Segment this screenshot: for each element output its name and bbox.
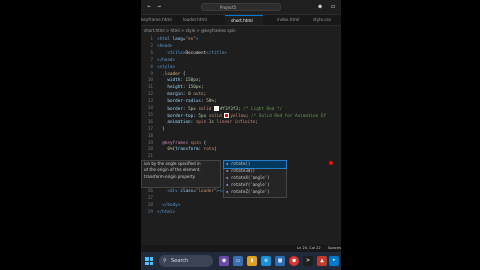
close-suggestion-icon[interactable] [329,161,333,165]
title-bar: ← → Project5 ● ◻ [141,0,341,15]
windows-taskbar: ⚲ Search ● ▭ ▮ e ▦ ● > ▲ ➤ [141,252,341,270]
search-icon: ⚲ [163,258,167,264]
code-line[interactable]: 14 border: 5px solid #f3f3f3; /* Light R… [141,106,341,113]
hover-documentation: ion by the angle specified in ut the ori… [141,160,221,188]
code-line[interactable]: 15 border-top: 5px solid yellow; /* Soli… [141,112,341,120]
suggestion-item[interactable]: ◆ rotateY('angle') [224,182,286,189]
function-icon: ◆ [226,168,229,173]
code-line[interactable]: 8 <style> [141,65,341,72]
code-line[interactable]: 12 margin: 0 auto; [141,92,341,99]
line-number: 26 [147,188,153,194]
code-text[interactable]: <title>Document</title> [157,51,227,58]
breadcrumb[interactable]: short.html > html > style > @keyframes s… [141,27,341,35]
code-line[interactable]: 18 [141,134,341,141]
function-icon: ◆ [226,161,229,166]
line-number: 13 [147,99,153,105]
app-icon[interactable]: ● [219,256,229,266]
command-center-search[interactable]: Project5 [201,3,281,11]
code-line[interactable]: 17 } [141,127,341,134]
hover-doc-line: transform-origin property. [144,173,196,179]
function-icon: ◆ [226,182,229,187]
window-controls-icon[interactable]: ◻ [329,3,337,11]
line-number: 15 [147,112,153,118]
app-icon[interactable]: ▲ [317,256,327,266]
line-number: 17 [147,126,153,132]
edge-icon[interactable]: e [261,256,271,266]
line-number: 16 [147,119,153,125]
indent-spaces[interactable]: Spaces [328,245,341,252]
line-number: 7 [150,57,153,63]
code-text[interactable]: } [157,127,165,134]
line-number: 2 [150,43,153,49]
line-number: 8 [150,64,153,70]
windows-start-icon[interactable] [145,257,153,265]
function-icon: ◆ [226,189,229,194]
line-number: 27 [147,195,153,201]
function-icon: ◆ [226,175,229,180]
tab-loader[interactable]: loader.html [179,15,219,25]
forward-arrow-icon[interactable]: → [155,3,163,11]
suggestion-item[interactable]: ◆ rotateX('angle') [224,175,286,182]
file-explorer-icon[interactable]: ▮ [247,256,257,266]
terminal-icon[interactable]: > [303,256,313,266]
code-text[interactable]: <html lang="en"> [157,37,198,44]
chrome-icon[interactable]: ● [289,256,299,266]
store-icon[interactable]: ▦ [275,256,285,266]
status-bar: Ln 20, Col 22 Spaces [141,245,341,252]
tab-keyframe[interactable]: keyframe.html [141,15,177,25]
code-text[interactable]: </html> [157,210,175,217]
code-text[interactable]: </head> [157,58,175,65]
line-number: 14 [147,106,153,111]
code-text[interactable]: <head> [157,44,173,51]
code-text[interactable]: <style> [157,65,175,72]
vscode-window: ← → Project5 ● ◻ keyframe.html loader.ht… [141,0,341,270]
code-line[interactable]: 16 animation: spin 1s linear infinite; [141,120,341,127]
code-line[interactable]: 28 </body> [141,203,341,210]
copilot-icon[interactable]: ● [316,3,324,11]
vscode-icon[interactable]: ➤ [329,256,339,266]
code-text[interactable]: margin: 0 auto; [157,92,206,99]
line-number: 28 [147,202,153,208]
code-editor[interactable]: 1 <html lang="en"> 2 <head> 6 <title>Documen… [141,37,341,244]
autocomplete-suggestions: ◆ rotate() ◆ rotate3d() ◆ rotateX('angle') … [223,160,287,198]
code-line[interactable]: 29 </html> [141,210,341,217]
suggestion-item[interactable]: ◆ rotateZ('angle') [224,189,286,196]
code-line[interactable]: 20 0%{transform: rota| [141,147,341,154]
code-line[interactable]: 7 </head> [141,58,341,65]
suggestion-item[interactable]: ◆ rotate() [223,160,287,169]
line-number: 12 [147,92,153,98]
cursor-position[interactable]: Ln 20, Col 22 [297,245,321,252]
code-text[interactable]: animation: spin 1s linear infinite; [157,120,258,127]
code-line[interactable]: 13 border-radius: 50%; [141,99,341,106]
tab-index[interactable]: index.html [277,15,307,25]
task-view-icon[interactable]: ▭ [233,256,243,266]
code-text[interactable]: border-radius: 50%; [157,99,216,106]
line-number: 18 [147,133,153,139]
suggestion-item[interactable]: ◆ rotate3d() [224,168,286,175]
code-text[interactable]: </body> [157,203,180,210]
tab-style[interactable]: style.css [313,15,341,25]
editor-tabs: keyframe.html loader.html short.html ind… [141,15,341,26]
line-number: 29 [147,209,153,215]
code-line[interactable]: 1 <html lang="en"> [141,37,341,44]
taskbar-search[interactable]: ⚲ Search [159,255,213,267]
code-text[interactable]: 0%{transform: rota| [157,147,216,154]
line-number: 6 [150,50,153,56]
code-line[interactable]: 2 <head> [141,44,341,51]
line-number: 1 [150,37,153,42]
tab-short[interactable]: short.html [225,15,263,25]
back-arrow-icon[interactable]: ← [145,3,153,11]
code-line[interactable]: 6 <title>Document</title> [141,51,341,58]
